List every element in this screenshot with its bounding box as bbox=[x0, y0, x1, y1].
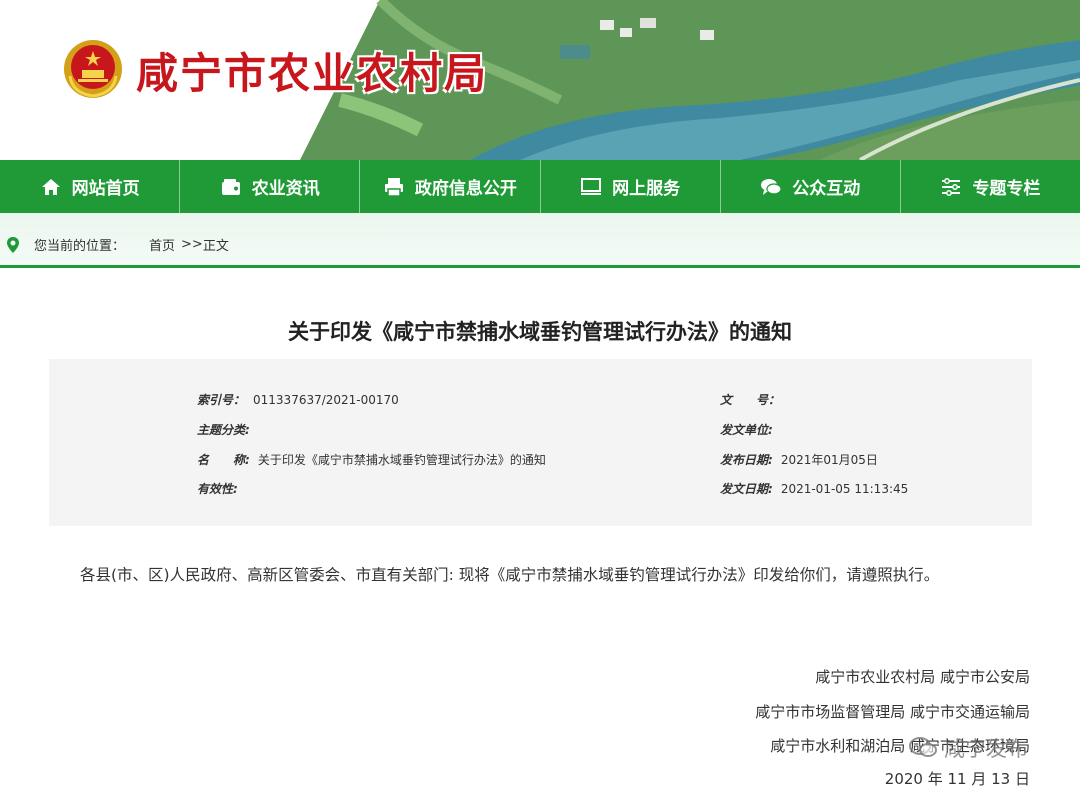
article-title: 关于印发《咸宁市禁捕水域垂钓管理试行办法》的通知 bbox=[288, 320, 792, 344]
meta-issuer: 发文单位: bbox=[720, 421, 781, 438]
meta-issuer-label: 发文单位: bbox=[720, 423, 773, 437]
nav-item-label: 政府信息公开 bbox=[414, 179, 517, 199]
meta-topic-label: 主题分类: bbox=[197, 423, 250, 437]
nav-item-home[interactable]: 网站首页 bbox=[0, 160, 181, 213]
breadcrumb-home-link[interactable]: 首页 bbox=[149, 235, 175, 254]
meta-publish-date-label: 发布日期: bbox=[720, 453, 773, 467]
location-pin-icon bbox=[7, 236, 19, 253]
meta-name-value: 关于印发《咸宁市禁捕水域垂钓管理试行办法》的通知 bbox=[257, 453, 546, 467]
watermark: 咸宁发布 bbox=[908, 733, 1028, 763]
meta-index: 索引号： 011337637/2021-00170 bbox=[197, 391, 399, 408]
home-icon bbox=[41, 178, 60, 195]
meta-validity: 有效性: bbox=[197, 480, 246, 497]
signature-line: 咸宁市市场监督管理局 咸宁市交通运输局 bbox=[755, 703, 1030, 721]
signature-line: 咸宁市农业农村局 咸宁市公安局 bbox=[815, 668, 1030, 686]
article-date: 2020 年 11 月 13 日 bbox=[884, 770, 1030, 788]
meta-index-label: 索引号： bbox=[197, 393, 246, 407]
meta-issue-date-value: 2021-01-05 11:13:45 bbox=[780, 482, 909, 496]
monitor-icon bbox=[581, 177, 602, 195]
sliders-icon bbox=[942, 177, 961, 196]
nav-item-interaction[interactable]: 公众互动 bbox=[721, 160, 901, 213]
site-title: 咸宁市农业农村局 bbox=[136, 49, 489, 98]
meta-topic: 主题分类: bbox=[197, 421, 258, 438]
nav-item-label: 专题专栏 bbox=[972, 179, 1041, 199]
site-banner: 咸宁市农业农村局 bbox=[0, 0, 1080, 160]
meta-doc-number-label: 文 号： bbox=[720, 393, 781, 407]
meta-doc-number: 文 号： bbox=[720, 391, 788, 408]
watermark-text: 咸宁发布 bbox=[944, 737, 1028, 761]
wechat-icon bbox=[909, 737, 937, 757]
meta-name-label: 名 称: bbox=[197, 453, 250, 467]
document-metadata: 索引号： 011337637/2021-00170 主题分类: 名 称: 关于印发《… bbox=[49, 359, 1032, 526]
nav-item-label: 公众互动 bbox=[792, 179, 861, 199]
printer-icon bbox=[384, 177, 403, 197]
meta-index-value: 011337637/2021-00170 bbox=[253, 393, 399, 407]
meta-validity-label: 有效性: bbox=[197, 482, 238, 496]
meta-name: 名 称: 关于印发《咸宁市禁捕水域垂钓管理试行办法》的通知 bbox=[197, 451, 546, 468]
meta-publish-date-value: 2021年01月05日 bbox=[780, 453, 878, 467]
national-emblem-icon bbox=[64, 40, 122, 98]
breadcrumb-bar: 您当前的位置： 首页 >> 正文 bbox=[0, 213, 1080, 268]
meta-issue-date-label: 发文日期: bbox=[720, 482, 773, 496]
article-body: 各县(市、区)人民政府、高新区管委会、市直有关部门: 现将《咸宁市禁捕水域垂钓管… bbox=[80, 566, 940, 584]
nav-item-special-topics[interactable]: 专题专栏 bbox=[901, 160, 1080, 213]
nav-item-gov-info[interactable]: 政府信息公开 bbox=[360, 160, 541, 213]
nav-item-online-service[interactable]: 网上服务 bbox=[541, 160, 721, 213]
nav-item-label: 农业资讯 bbox=[251, 179, 320, 199]
wallet-icon bbox=[221, 178, 240, 195]
main-nav: 网站首页 农业资讯 政府信息公开 网上服务 公众互动 专题专栏 bbox=[0, 160, 1080, 213]
breadcrumb-current: 正文 bbox=[202, 239, 229, 254]
breadcrumb-prefix: 您当前的位置： bbox=[34, 239, 126, 254]
meta-issue-date: 发文日期: 2021-01-05 11:13:45 bbox=[720, 480, 908, 497]
meta-publish-date: 发布日期: 2021年01月05日 bbox=[720, 451, 878, 468]
chat-icon bbox=[761, 178, 782, 195]
breadcrumb-separator: >> bbox=[181, 237, 203, 252]
nav-item-label: 网上服务 bbox=[612, 179, 681, 199]
breadcrumb: 您当前的位置： 首页 >> 正文 bbox=[6, 235, 229, 254]
nav-item-label: 网站首页 bbox=[71, 179, 140, 199]
nav-item-news[interactable]: 农业资讯 bbox=[180, 160, 361, 213]
